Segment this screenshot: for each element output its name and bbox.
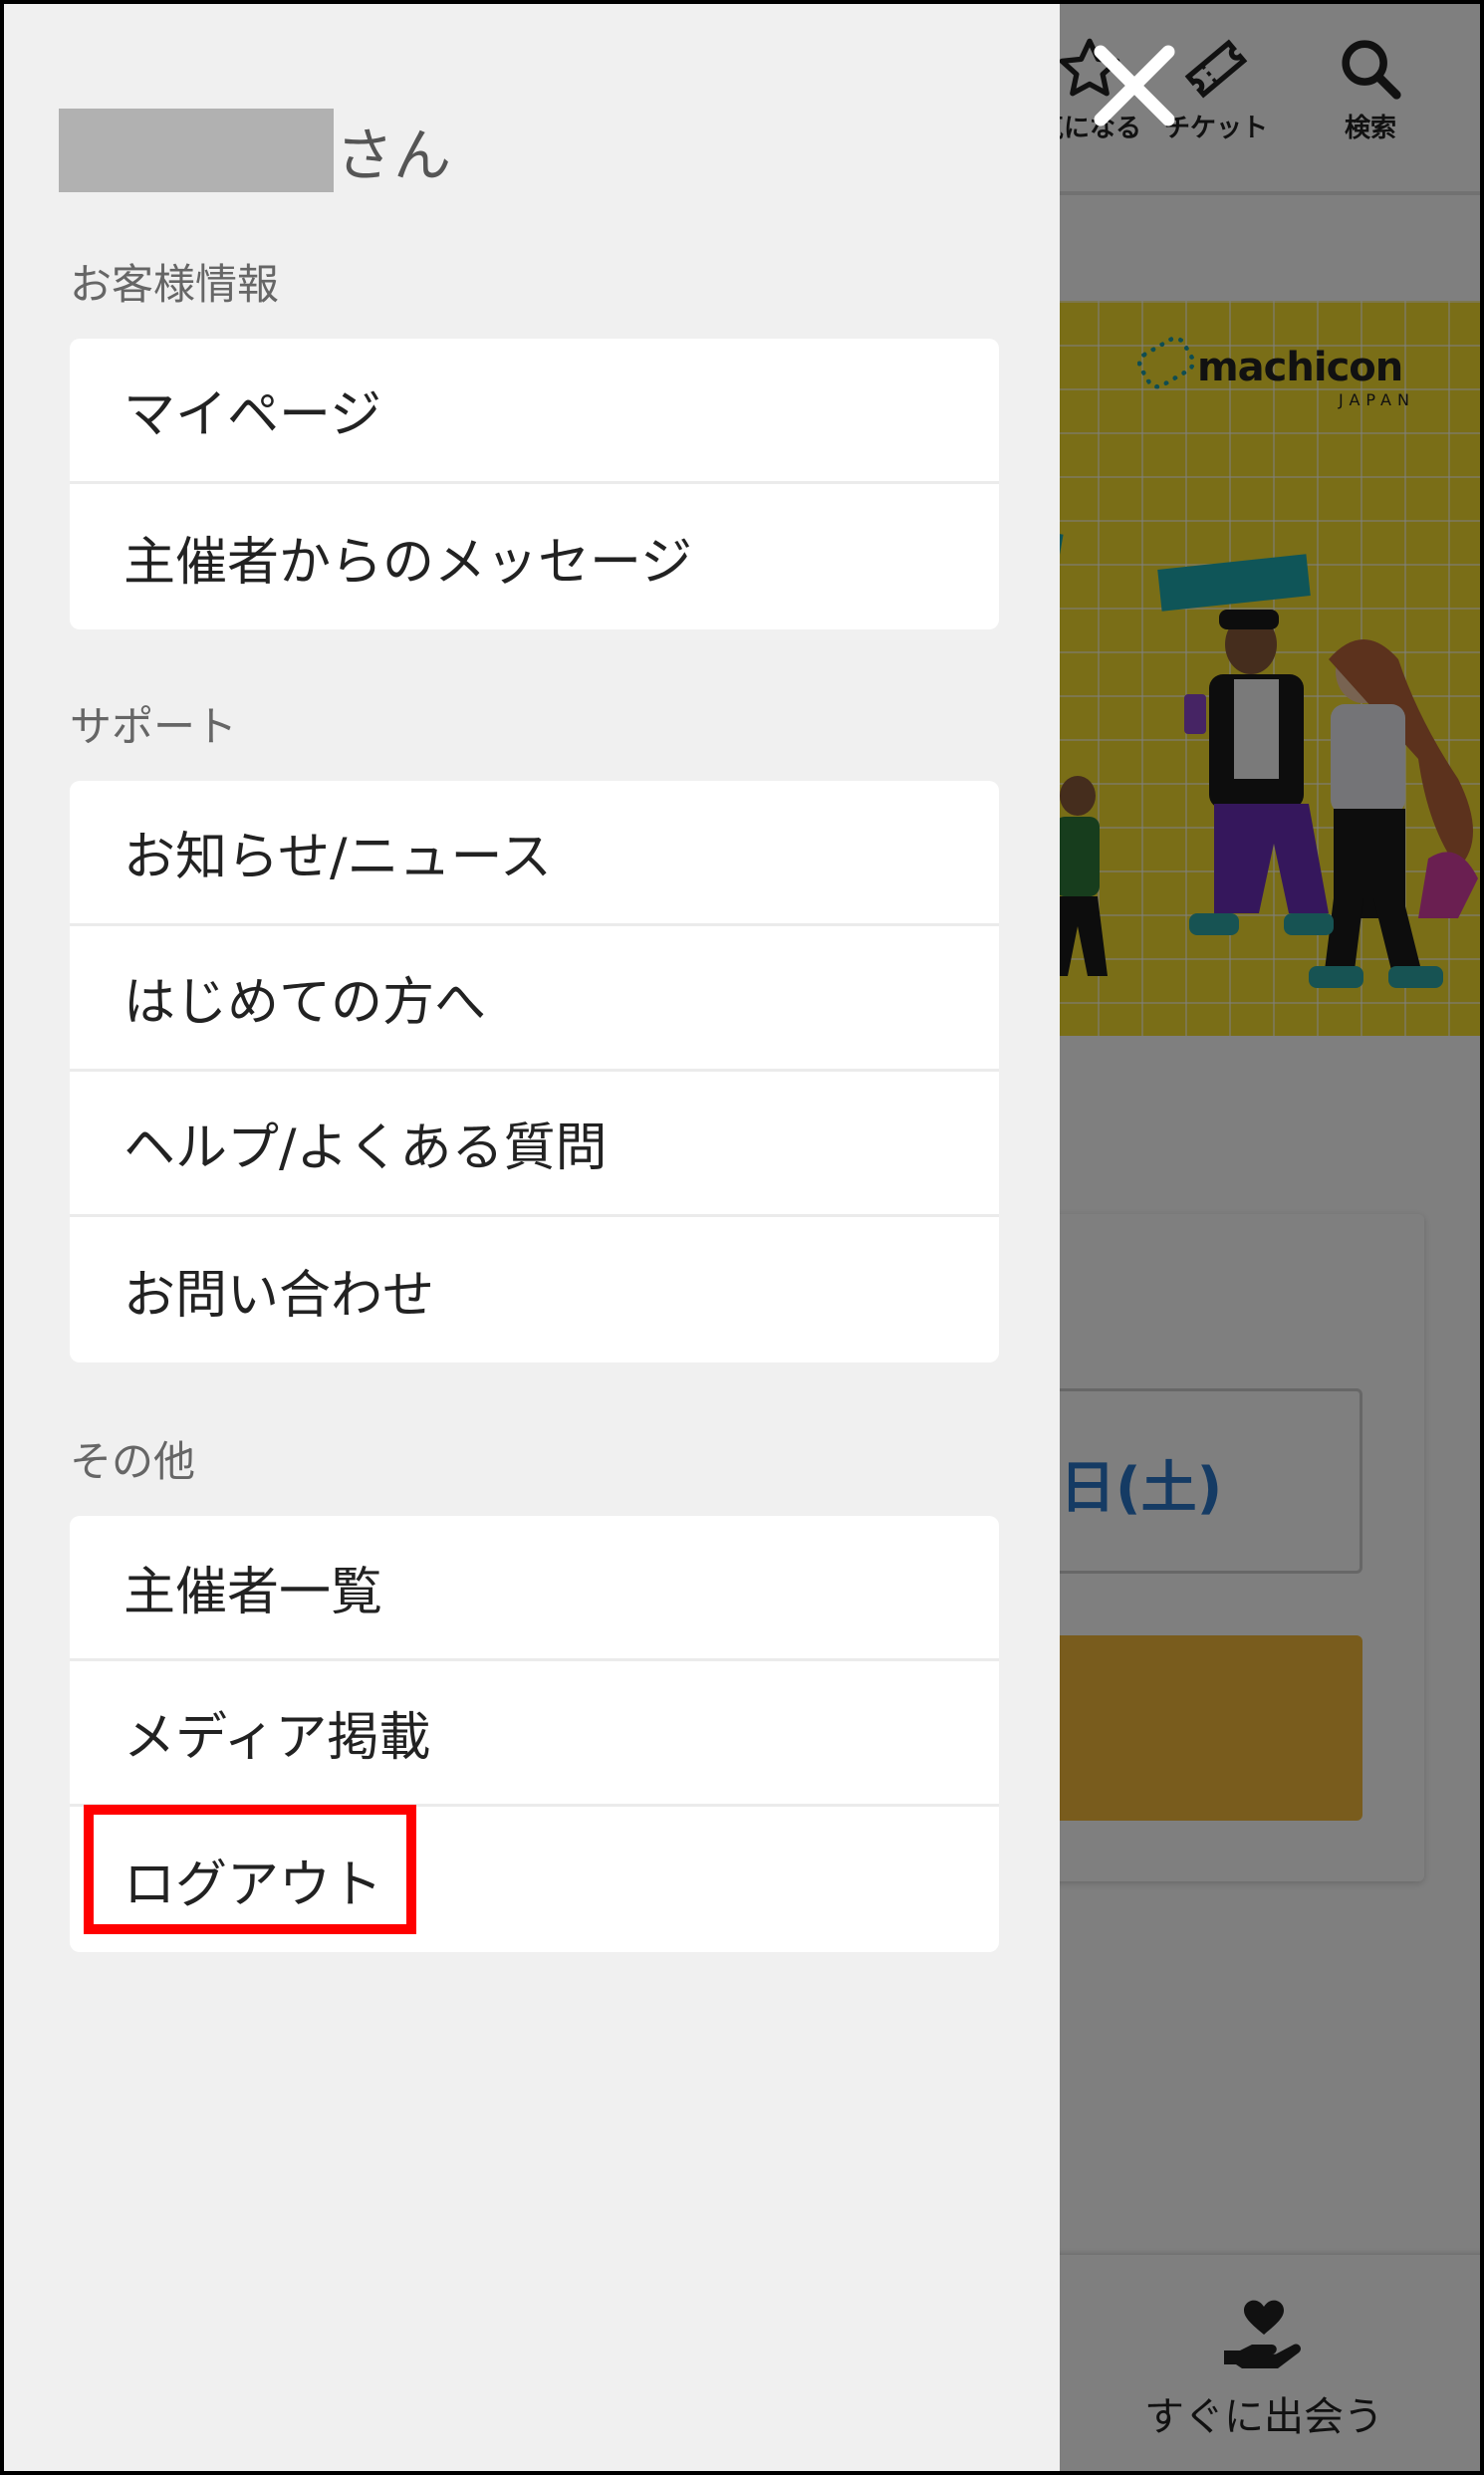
menu-item-mypage[interactable]: マイページ <box>70 339 999 484</box>
menu-item-beginners[interactable]: はじめての方へ <box>70 926 999 1072</box>
section-title-customer-info: お客様情報 <box>70 260 280 309</box>
menu-group-customer-info: マイページ 主催者からのメッセージ <box>70 339 999 629</box>
close-icon <box>1094 45 1175 126</box>
menu-item-organizer-messages[interactable]: 主催者からのメッセージ <box>70 484 999 629</box>
menu-item-contact[interactable]: お問い合わせ <box>70 1217 999 1362</box>
screen-frame: 気になる チケット 検索 <box>0 0 1484 2475</box>
user-name-suffix: さん <box>336 122 452 189</box>
section-title-other: その他 <box>70 1437 196 1486</box>
close-drawer-button[interactable] <box>1085 36 1184 135</box>
menu-item-media[interactable]: メディア掲載 <box>70 1661 999 1807</box>
menu-item-organizer-list[interactable]: 主催者一覧 <box>70 1516 999 1661</box>
menu-item-help-faq[interactable]: ヘルプ/よくある質問 <box>70 1072 999 1217</box>
menu-item-news[interactable]: お知らせ/ニュース <box>70 781 999 926</box>
side-drawer-menu: さん お客様情報 マイページ 主催者からのメッセージ サポート お知らせ/ニュー… <box>4 4 1060 2471</box>
section-title-support: サポート <box>70 702 238 751</box>
logout-highlight-box <box>84 1805 416 1934</box>
user-greeting: さん <box>59 109 451 192</box>
redacted-user-name <box>59 109 334 192</box>
menu-group-support: お知らせ/ニュース はじめての方へ ヘルプ/よくある質問 お問い合わせ <box>70 781 999 1362</box>
